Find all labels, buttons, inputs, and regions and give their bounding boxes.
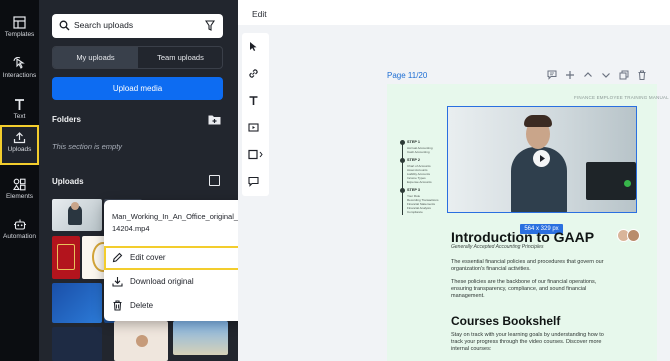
move-up-icon[interactable] bbox=[583, 70, 593, 80]
add-folder-icon[interactable] bbox=[208, 114, 221, 125]
upload-thumb-red-card[interactable] bbox=[52, 236, 80, 279]
timeline-dot bbox=[400, 188, 405, 193]
upload-thumb-dark-slide[interactable] bbox=[52, 327, 102, 361]
interactions-icon bbox=[13, 57, 25, 69]
timeline-dot bbox=[400, 158, 405, 163]
uploads-title: Uploads bbox=[52, 177, 84, 186]
doc-title-2: Courses Bookshelf bbox=[451, 314, 561, 328]
folders-empty-text: This section is empty bbox=[52, 142, 123, 151]
doc-paragraph: The essential financial policies and pro… bbox=[451, 259, 604, 272]
duplicate-icon[interactable] bbox=[619, 70, 629, 80]
step-line: Compliance bbox=[407, 210, 423, 214]
doc-paragraph: Stay on track with your learning goals b… bbox=[451, 332, 604, 352]
timeline-dot bbox=[400, 140, 405, 145]
tab-my-uploads[interactable]: My uploads bbox=[53, 47, 138, 68]
rail-label-elements: Elements bbox=[5, 193, 34, 200]
steps-timeline: STEP 1 Accrual Accounting Cash Accountin… bbox=[399, 140, 444, 220]
move-down-icon[interactable] bbox=[601, 70, 611, 80]
uploads-icon bbox=[13, 132, 26, 144]
edit-label: Edit bbox=[252, 9, 267, 19]
download-icon bbox=[112, 277, 123, 287]
search-icon bbox=[59, 20, 70, 31]
rail-item-elements[interactable]: Elements bbox=[0, 172, 39, 212]
download-original-label: Download original bbox=[130, 277, 194, 286]
comment-tool-icon[interactable] bbox=[248, 176, 259, 187]
rail-label-automation: Automation bbox=[3, 233, 36, 240]
doc-header-small: FINANCE EMPLOYEE TRAINING MANUAL bbox=[574, 95, 669, 100]
delete-label: Delete bbox=[130, 301, 154, 310]
pointer-icon[interactable] bbox=[248, 41, 259, 52]
left-rail: Templates Interactions Text Uploads Elem… bbox=[0, 0, 39, 361]
rail-label-templates: Templates bbox=[4, 31, 35, 38]
edit-cover-label: Edit cover bbox=[130, 253, 166, 262]
delete-menu-item[interactable]: Delete bbox=[104, 294, 251, 318]
edit-cover-menu-item[interactable]: Edit cover bbox=[104, 246, 251, 270]
doc-paragraph: These policies are the backbone of our f… bbox=[451, 279, 597, 299]
delete-page-icon[interactable] bbox=[637, 70, 647, 80]
pencil-icon bbox=[112, 252, 123, 263]
folders-title: Folders bbox=[52, 115, 81, 124]
video-tool-icon[interactable] bbox=[248, 122, 259, 133]
step-title: STEP 3 bbox=[407, 188, 421, 192]
rail-item-templates[interactable]: Templates bbox=[0, 10, 39, 50]
doc-title: Introduction to GAAP bbox=[451, 229, 595, 245]
step-line: Expense Accounts bbox=[407, 180, 432, 184]
automation-icon bbox=[13, 219, 26, 230]
rail-item-automation[interactable]: Automation bbox=[0, 212, 39, 252]
link-icon[interactable] bbox=[248, 68, 259, 79]
upload-thumb-blue-slide[interactable] bbox=[52, 283, 102, 323]
play-button[interactable] bbox=[533, 150, 550, 167]
rail-item-uploads[interactable]: Uploads bbox=[0, 125, 39, 165]
shape-tool-icon[interactable] bbox=[248, 149, 264, 160]
plant-shape bbox=[624, 180, 631, 187]
filter-icon[interactable] bbox=[205, 20, 215, 31]
add-page-icon[interactable] bbox=[565, 70, 575, 80]
avatar bbox=[627, 229, 640, 242]
upload-thumb-office-video[interactable] bbox=[52, 199, 102, 231]
upload-context-menu: Man_Working_In_An_Office_original_161420… bbox=[104, 200, 251, 321]
editor-toolbar bbox=[242, 33, 269, 196]
doc-subtitle: Generally Accepted Accounting Principles bbox=[451, 244, 544, 250]
download-original-menu-item[interactable]: Download original bbox=[104, 270, 251, 294]
upload-media-button[interactable]: Upload media bbox=[52, 77, 223, 100]
elements-icon bbox=[13, 178, 26, 191]
play-icon bbox=[540, 155, 545, 162]
upload-thumb-5[interactable] bbox=[114, 321, 168, 361]
comment-icon[interactable] bbox=[547, 70, 557, 80]
person-hair bbox=[524, 115, 552, 127]
search-placeholder: Search uploads bbox=[74, 20, 134, 30]
text-icon bbox=[15, 99, 24, 110]
page-indicator: Page 11/20 bbox=[387, 71, 428, 80]
upload-thumb-6[interactable] bbox=[173, 321, 228, 355]
video-element[interactable] bbox=[447, 106, 637, 213]
text-tool-icon[interactable] bbox=[248, 95, 259, 106]
timeline-line bbox=[402, 142, 403, 215]
trash-icon bbox=[113, 300, 122, 311]
select-checkbox[interactable] bbox=[209, 175, 220, 186]
step-title: STEP 1 bbox=[407, 140, 421, 144]
rail-item-interactions[interactable]: Interactions bbox=[0, 51, 39, 91]
uploads-tabs: My uploads Team uploads bbox=[52, 46, 223, 69]
rail-label-text: Text bbox=[13, 113, 26, 120]
tab-team-uploads[interactable]: Team uploads bbox=[138, 47, 223, 68]
step-line: Cash Accounting bbox=[407, 150, 430, 154]
rail-label-interactions: Interactions bbox=[2, 72, 37, 79]
search-input[interactable]: Search uploads bbox=[52, 14, 223, 38]
step-title: STEP 2 bbox=[407, 158, 421, 162]
rail-label-uploads: Uploads bbox=[7, 146, 32, 153]
menu-filename: Man_Working_In_An_Office_original_161420… bbox=[112, 212, 247, 233]
templates-icon bbox=[13, 16, 26, 29]
